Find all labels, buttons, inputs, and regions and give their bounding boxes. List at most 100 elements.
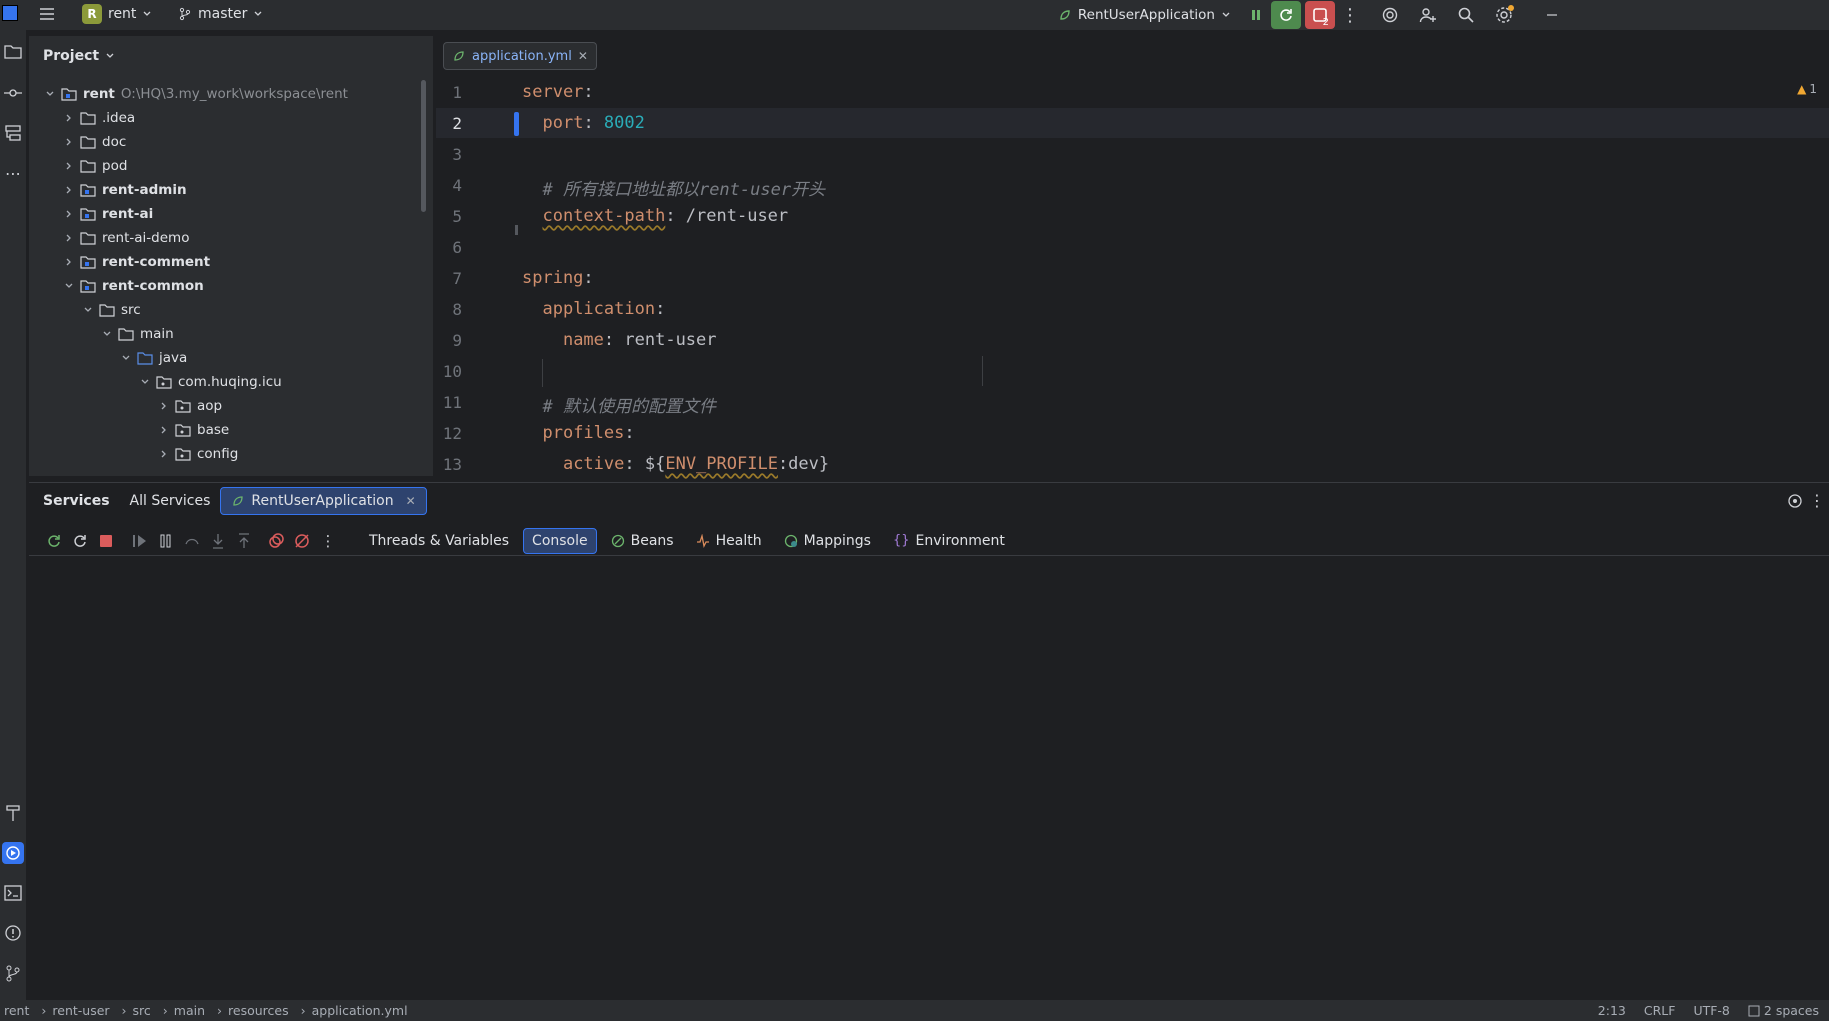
ai-assistant-icon[interactable] [1375, 0, 1405, 30]
tab-rent-user-application[interactable]: RentUserApplication ✕ [220, 487, 427, 515]
code-line-8[interactable]: application: [522, 299, 665, 319]
chevron-down-icon [141, 379, 149, 384]
console-output[interactable] [29, 558, 1829, 998]
code-line-5[interactable]: context-path: /rent-user [522, 206, 788, 226]
code-line-13[interactable]: active: ${ENV_PROFILE:dev} [522, 454, 829, 474]
structure-icon[interactable] [2, 122, 24, 144]
code-line-2[interactable]: port: 8002 [522, 113, 644, 133]
add-user-icon[interactable] [1413, 0, 1443, 30]
git-icon[interactable] [2, 962, 24, 984]
project-selector[interactable]: R rent [82, 4, 152, 24]
problems-icon[interactable] [2, 922, 24, 944]
tab-environment[interactable]: {} Environment [885, 528, 1013, 554]
tree-root[interactable]: rent O:\HQ\3.my_work\workspace\rent [45, 83, 348, 105]
file-encoding[interactable]: UTF-8 [1693, 1003, 1729, 1018]
build-hammer-icon[interactable] [2, 802, 24, 824]
rerun-icon[interactable] [41, 528, 67, 554]
project-scrollbar[interactable] [421, 80, 426, 212]
search-icon[interactable] [1451, 0, 1481, 30]
tree-item-label: doc [102, 134, 127, 150]
tree-item[interactable]: base [159, 419, 229, 441]
more-actions-icon[interactable]: ⋮ [1335, 0, 1365, 30]
editor-tab-application-yml[interactable]: application.yml ✕ [443, 42, 597, 70]
tree-item[interactable]: rent-comment [64, 251, 210, 273]
tree-item[interactable]: rent-ai-demo [64, 227, 189, 249]
resume-icon[interactable] [127, 528, 153, 554]
services-panel: Services All Services RentUserApplicatio… [29, 482, 1829, 1000]
breadcrumb-item[interactable]: main [174, 1003, 205, 1018]
folder-icon [80, 112, 96, 125]
project-folder-icon[interactable] [2, 40, 24, 62]
warning-indicator[interactable]: ▲ 1 [1797, 82, 1817, 96]
toolbar-more-icon[interactable]: ⋮ [315, 528, 341, 554]
indent-setting[interactable]: 2 spaces [1748, 1003, 1819, 1018]
commit-icon[interactable] [2, 82, 24, 104]
main-menu-icon[interactable] [38, 6, 58, 24]
code-line-7[interactable]: spring: [522, 268, 594, 288]
tab-console[interactable]: Console [523, 527, 597, 554]
branch-selector[interactable]: master [178, 6, 263, 22]
tree-item[interactable]: com.huqing.icu [140, 371, 282, 393]
code-line-12[interactable]: profiles: [522, 423, 634, 443]
code-line-9[interactable]: name: rent-user [522, 330, 717, 350]
breadcrumb-item[interactable]: src [133, 1003, 151, 1018]
rerun-button[interactable] [1271, 1, 1301, 29]
tab-all-services[interactable]: All Services [120, 487, 221, 515]
minimize-window-icon[interactable] [1537, 0, 1567, 30]
stop-icon[interactable] [93, 528, 119, 554]
change-marker [514, 112, 519, 136]
line-number: 6 [452, 238, 462, 257]
tab-mappings[interactable]: Mappings [776, 528, 879, 554]
yaml-key: context-path [542, 206, 666, 226]
project-panel-header[interactable]: Project [43, 48, 115, 64]
line-separator[interactable]: CRLF [1644, 1003, 1676, 1018]
subtab-label: Health [715, 532, 762, 549]
step-into-icon[interactable] [205, 528, 231, 554]
breadcrumb-item[interactable]: rent-user [52, 1003, 109, 1018]
close-icon[interactable]: ✕ [406, 494, 416, 508]
run-config-selector[interactable]: RentUserApplication [1058, 7, 1231, 23]
code-line-4[interactable]: # 所有接口地址都以rent-user开头 [522, 175, 825, 200]
tree-item[interactable]: config [159, 443, 238, 465]
step-out-icon[interactable] [231, 528, 257, 554]
services-icon[interactable] [2, 842, 24, 864]
breadcrumb-item[interactable]: rent [4, 1003, 29, 1018]
rerun-debug-icon[interactable] [67, 528, 93, 554]
tree-item[interactable]: aop [159, 395, 222, 417]
close-icon[interactable]: ✕ [578, 49, 588, 63]
tree-item[interactable]: java [121, 347, 187, 369]
run-config-name: RentUserApplication [1077, 7, 1215, 23]
code-line-1[interactable]: server: [522, 82, 594, 102]
chevron-down-icon [1222, 12, 1230, 17]
tree-item[interactable]: main [102, 323, 174, 345]
terminal-icon[interactable] [2, 882, 24, 904]
stop-button[interactable]: 2 [1305, 1, 1335, 29]
app-logo-icon[interactable] [2, 5, 18, 21]
panel-settings-icon[interactable] [1787, 493, 1803, 513]
breadcrumb-item[interactable]: resources [228, 1003, 289, 1018]
debug-icon[interactable] [1241, 0, 1271, 30]
view-breakpoints-icon[interactable] [263, 528, 289, 554]
chevron-down-icon [65, 283, 73, 288]
tree-item[interactable]: rent-ai [64, 203, 153, 225]
caret-position[interactable]: 2:13 [1598, 1003, 1626, 1018]
pause-icon[interactable] [153, 528, 179, 554]
tree-item[interactable]: .idea [64, 107, 135, 129]
settings-gear-icon[interactable] [1489, 0, 1519, 30]
yaml-value: :dev} [777, 454, 830, 474]
mute-breakpoints-icon[interactable] [289, 528, 315, 554]
tree-item[interactable]: rent-common [64, 275, 204, 297]
environment-icon: {} [892, 533, 910, 548]
tree-item[interactable]: pod [64, 155, 127, 177]
tab-beans[interactable]: Beans [603, 528, 682, 554]
code-line-11[interactable]: # 默认使用的配置文件 [522, 392, 715, 417]
panel-more-icon[interactable]: ⋮ [1809, 491, 1825, 510]
tab-health[interactable]: Health [688, 528, 770, 554]
step-over-icon[interactable] [179, 528, 205, 554]
tab-threads-variables[interactable]: Threads & Variables [361, 528, 517, 554]
tree-item[interactable]: src [83, 299, 141, 321]
tree-item[interactable]: doc [64, 131, 126, 153]
breadcrumb-item[interactable]: application.yml [312, 1003, 408, 1018]
more-tools-icon[interactable]: ⋯ [2, 162, 24, 184]
tree-item[interactable]: rent-admin [64, 179, 187, 201]
